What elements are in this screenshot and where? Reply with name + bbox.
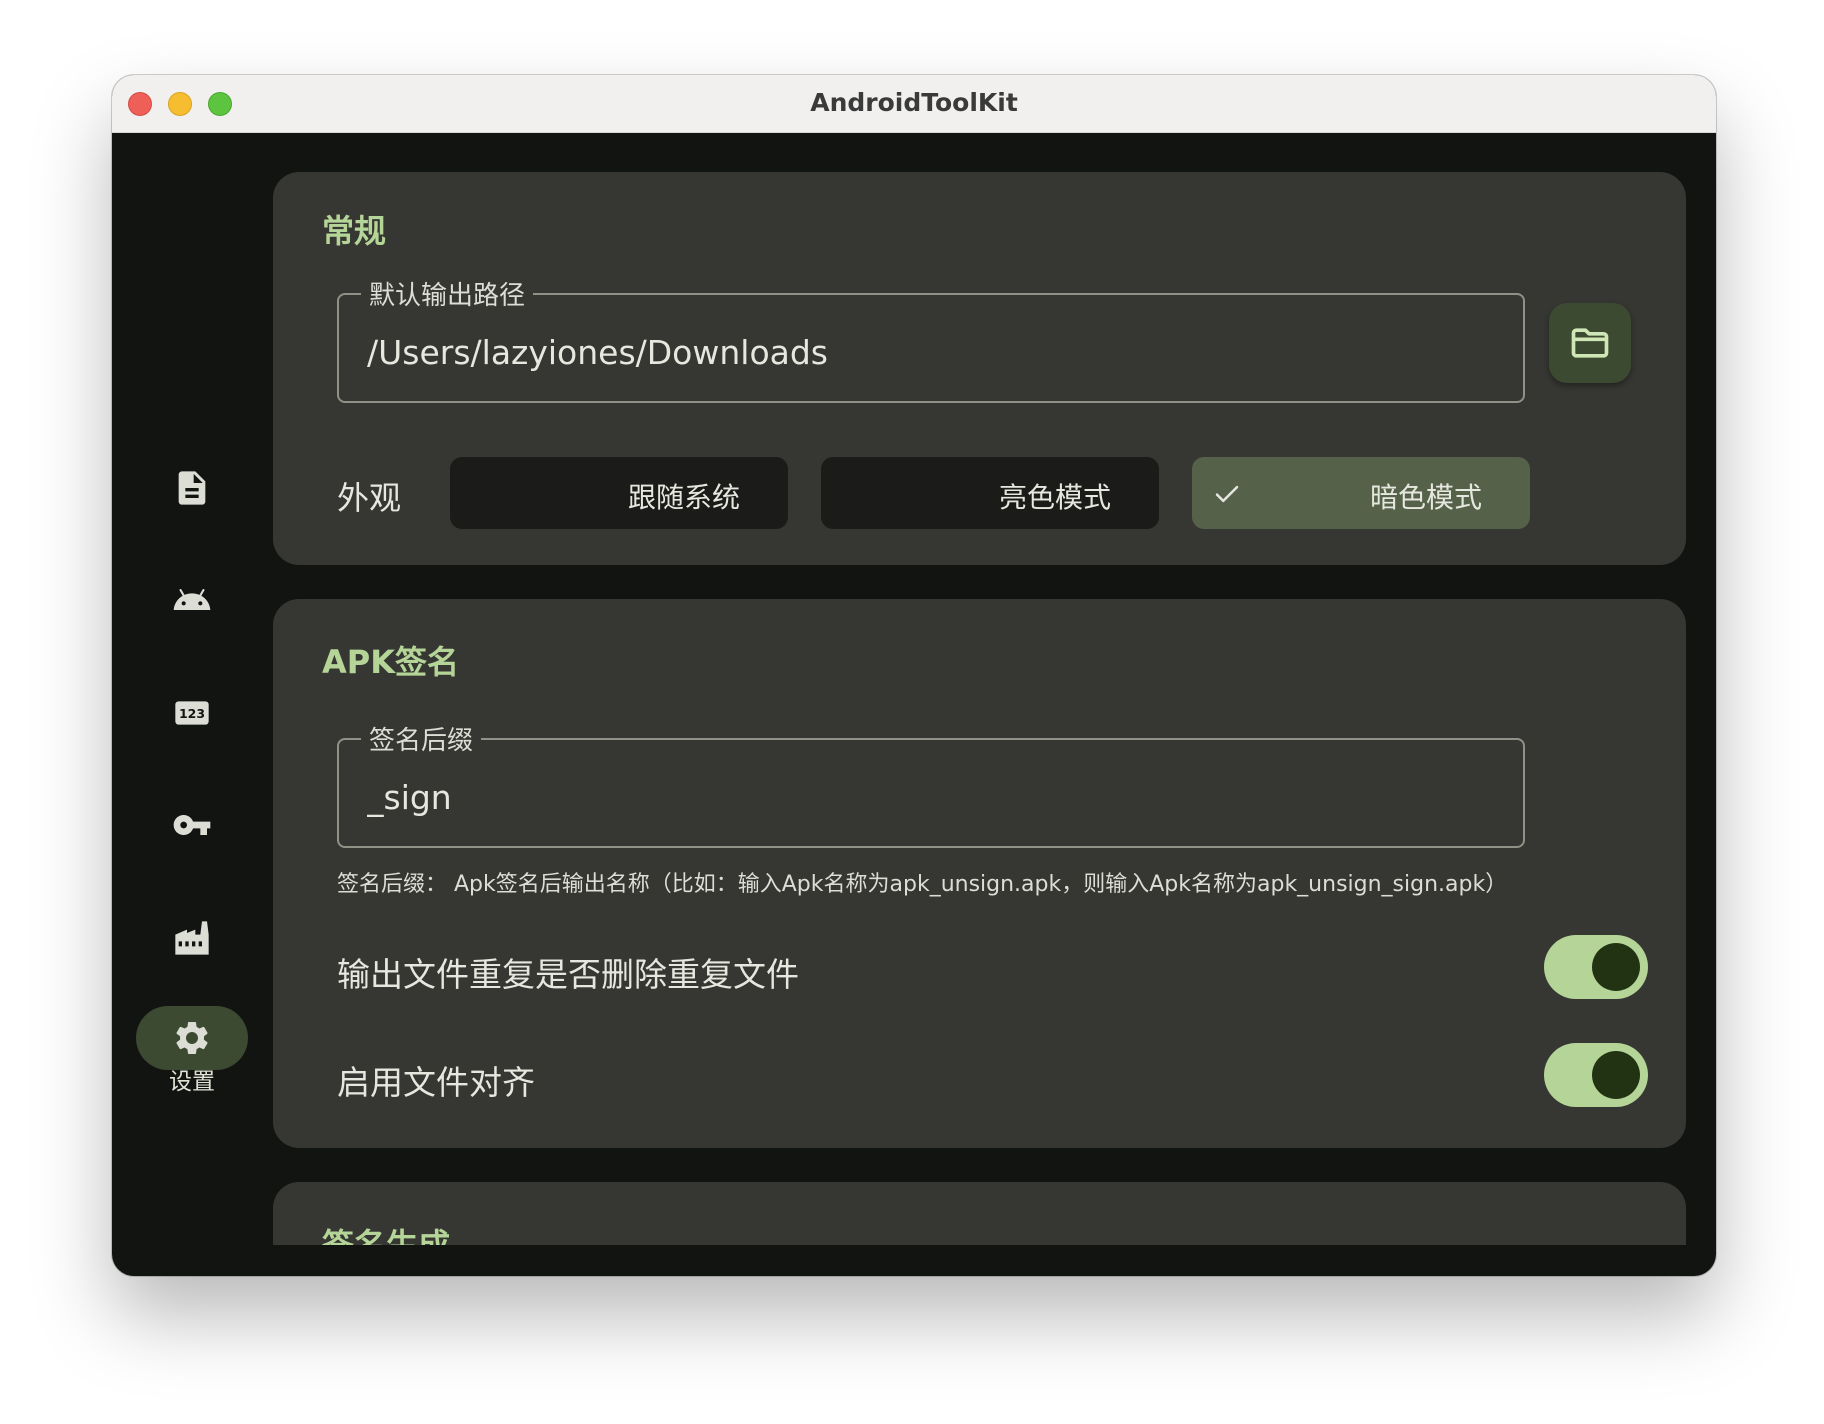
switch-thumb — [1592, 1051, 1640, 1099]
enable-file-align-label: 启用文件对齐 — [337, 1063, 535, 1102]
sidebar-nav: 123 设置 — [112, 132, 272, 1276]
sidebar-item-factory[interactable] — [136, 906, 248, 970]
window-title: AndroidToolKit — [810, 88, 1018, 117]
checkmark-icon — [1215, 485, 1239, 503]
section-title-general: 常规 — [322, 212, 387, 250]
svg-text:123: 123 — [179, 706, 205, 721]
gear-icon — [176, 1022, 208, 1054]
sign-generate-section: 签名生成 — [273, 1182, 1686, 1264]
theme-option-system-label: 跟随系统 — [627, 481, 740, 514]
delete-duplicate-files-label: 输出文件重复是否删除重复文件 — [337, 955, 799, 994]
theme-option-dark-label: 暗色模式 — [1369, 481, 1482, 514]
theme-option-dark[interactable]: 暗色模式 — [1192, 457, 1530, 529]
numbers-123-icon: 123 — [175, 701, 209, 725]
app-window: AndroidToolKit 123 设置 常规 默认输出路径 /Users/l… — [112, 75, 1716, 1276]
folder-icon — [1571, 328, 1609, 358]
document-icon — [178, 471, 206, 505]
sign-suffix-label: 签名后缀 — [361, 720, 482, 757]
theme-option-light-label: 亮色模式 — [998, 481, 1111, 514]
key-icon — [173, 815, 211, 835]
section-title-sign-generate: 签名生成 — [322, 1226, 451, 1264]
choose-folder-button[interactable] — [1549, 303, 1631, 383]
output-path-field[interactable]: 默认输出路径 — [337, 275, 1525, 403]
theme-option-light[interactable]: 亮色模式 — [821, 457, 1159, 529]
appearance-label: 外观 — [337, 479, 402, 517]
sidebar-item-apk-info[interactable] — [136, 568, 248, 632]
sidebar-item-settings[interactable] — [136, 1006, 248, 1070]
delete-duplicate-files-switch[interactable] — [1544, 935, 1648, 999]
section-title-apk-sign: APK签名 — [322, 643, 460, 681]
enable-file-align-switch[interactable] — [1544, 1043, 1648, 1107]
output-path-label: 默认输出路径 — [361, 275, 534, 312]
sign-suffix-input[interactable] — [367, 778, 1487, 817]
sign-suffix-helper-text: 签名后缀： Apk签名后输出名称（比如：输入Apk名称为apk_unsign.a… — [337, 872, 1508, 897]
theme-option-system[interactable]: 跟随系统 — [450, 457, 788, 529]
sidebar-item-settings-label: 设置 — [169, 1069, 215, 1095]
switch-thumb — [1592, 943, 1640, 991]
output-path-input[interactable] — [367, 333, 1487, 372]
sidebar-item-123[interactable]: 123 — [136, 681, 248, 745]
sign-suffix-field[interactable]: 签名后缀 — [337, 720, 1525, 848]
sidebar-item-key[interactable] — [136, 793, 248, 857]
title-bar: AndroidToolKit — [112, 75, 1716, 133]
android-icon — [173, 588, 211, 610]
apk-sign-section: APK签名 签名后缀 签名后缀： Apk签名后输出名称（比如：输入Apk名称为a… — [273, 599, 1686, 1148]
sidebar-item-file-info[interactable] — [136, 456, 248, 520]
general-section: 常规 默认输出路径 外观 跟随系统 亮色模式 暗色模式 — [273, 172, 1686, 565]
factory-icon — [175, 921, 209, 955]
